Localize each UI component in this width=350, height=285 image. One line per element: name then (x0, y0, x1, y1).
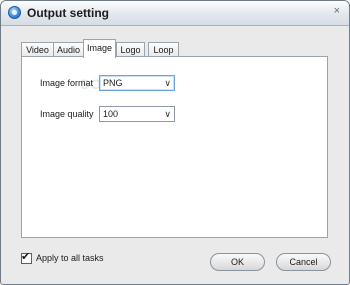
image-settings-panel: SOFTPEDIA Image format PNG ∨ Image quali… (21, 56, 328, 238)
cancel-button[interactable]: Cancel (276, 253, 331, 271)
apply-all-checkbox[interactable]: ✔ (21, 251, 32, 264)
tab-audio[interactable]: Audio (53, 42, 84, 57)
tab-logo[interactable]: Logo (116, 42, 145, 57)
output-setting-dialog: Output setting × Video Audio Image Logo … (0, 0, 350, 285)
title-bar[interactable]: Output setting × (1, 1, 349, 26)
image-format-select[interactable]: PNG ∨ (99, 75, 175, 91)
image-quality-select[interactable]: 100 ∨ (99, 106, 175, 122)
close-icon[interactable]: × (334, 5, 340, 17)
checkmark-icon: ✔ (21, 251, 31, 263)
image-quality-value: 100 (103, 109, 119, 119)
tab-video[interactable]: Video (21, 42, 54, 57)
tab-image[interactable]: Image (83, 39, 116, 58)
image-quality-label: Image quality (40, 109, 94, 119)
image-format-value: PNG (103, 78, 123, 88)
chevron-down-icon: ∨ (164, 78, 171, 88)
chevron-down-icon: ∨ (164, 109, 171, 119)
tab-loop[interactable]: Loop (148, 42, 179, 57)
image-format-label: Image format (40, 78, 94, 88)
app-logo-icon (8, 6, 21, 19)
window-title: Output setting (27, 6, 109, 20)
apply-all-label[interactable]: Apply to all tasks (36, 253, 104, 263)
ok-button[interactable]: OK (210, 253, 265, 271)
